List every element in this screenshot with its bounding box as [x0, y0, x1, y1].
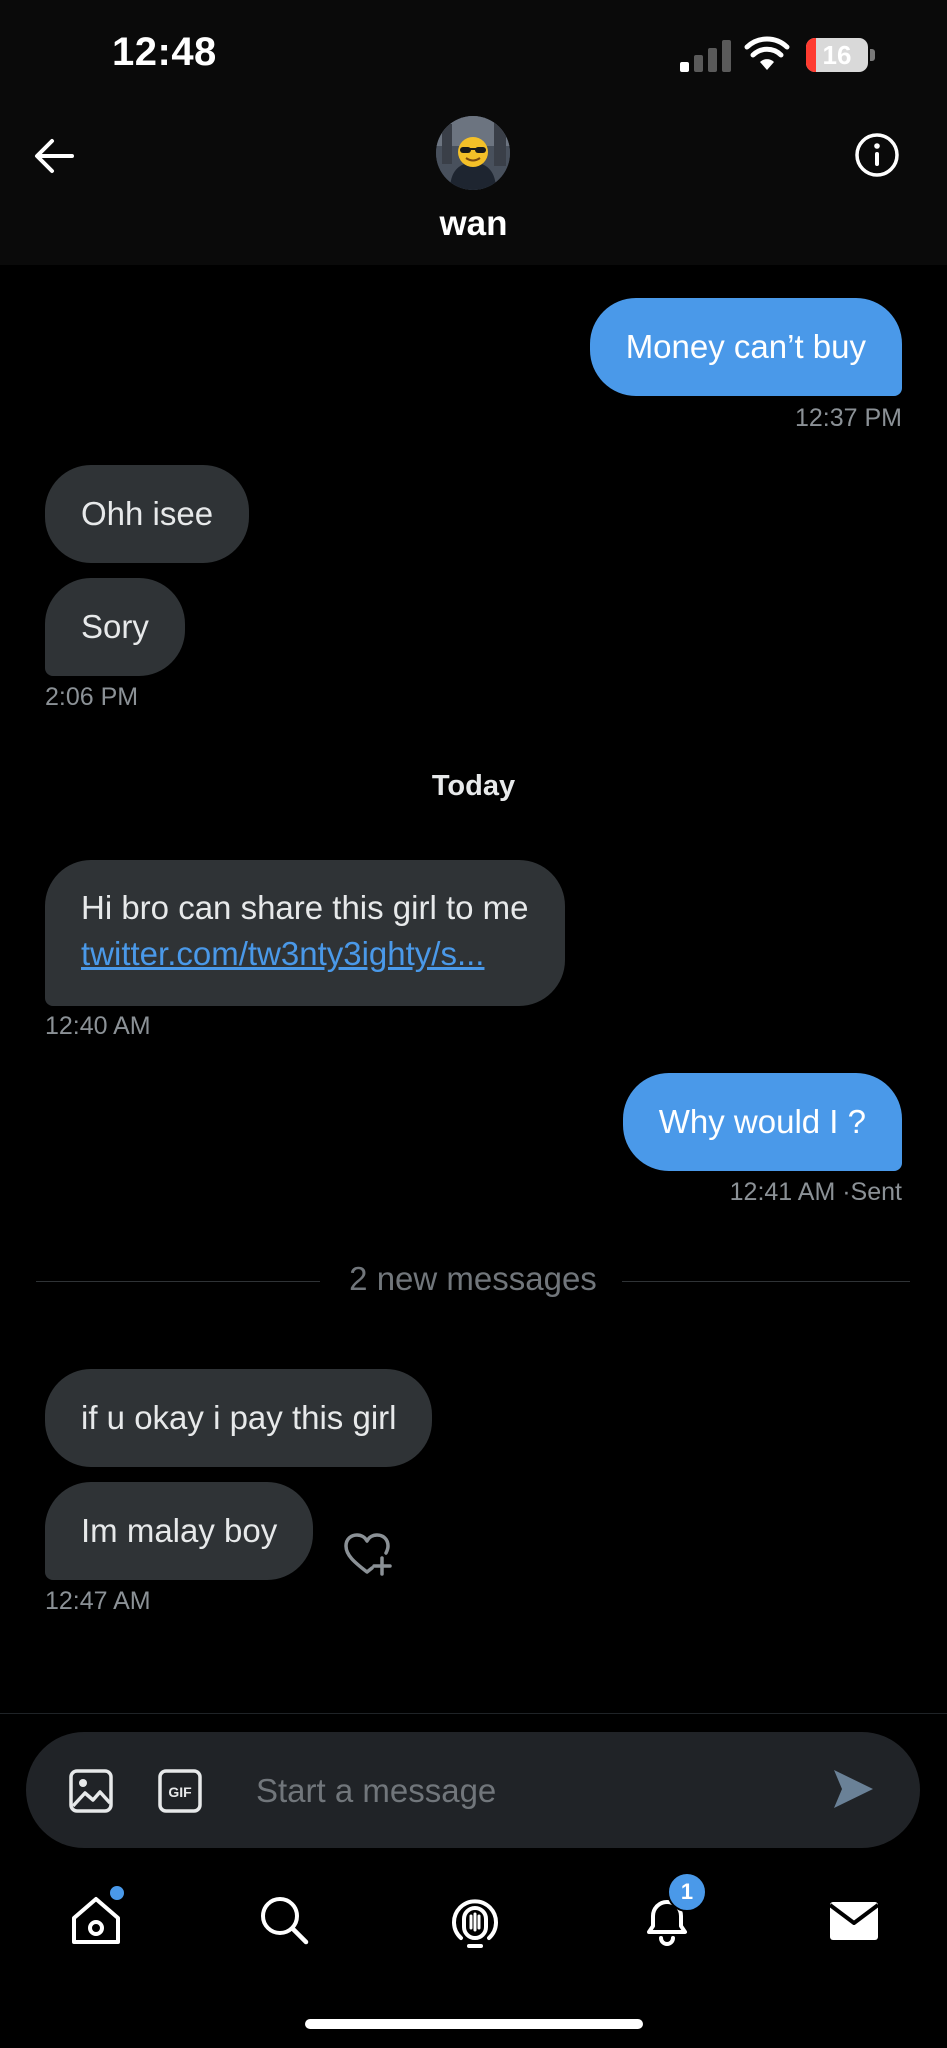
- message-bubble-received[interactable]: Im malay boy: [45, 1482, 314, 1580]
- nav-messages[interactable]: [824, 1890, 884, 1950]
- message-text: if u okay i pay this girl: [81, 1399, 397, 1436]
- battery-indicator: 16: [806, 38, 876, 72]
- message-text: Ohh isee: [81, 495, 214, 532]
- contact-name[interactable]: wan: [0, 204, 947, 244]
- dm-conversation-screen: 12:48 16 wan Money can’t buy 12:37 PM Oh…: [0, 0, 947, 2048]
- battery-body: 16: [806, 38, 868, 72]
- message-composer: GIF: [26, 1732, 920, 1848]
- message-timestamp: 12:40 AM: [45, 1012, 151, 1040]
- nav-home[interactable]: [66, 1884, 126, 1950]
- battery-nub: [870, 49, 875, 61]
- back-arrow-icon[interactable]: [28, 130, 80, 182]
- add-reaction-heart-icon[interactable]: [342, 1530, 392, 1576]
- message-status: ·Sent: [842, 1178, 902, 1206]
- home-indicator[interactable]: [305, 2019, 643, 2029]
- info-icon[interactable]: [852, 130, 902, 180]
- nav-search[interactable]: [254, 1890, 314, 1950]
- new-messages-divider: 2 new messages: [36, 1260, 910, 1302]
- send-icon[interactable]: [830, 1766, 876, 1812]
- message-text: Sory: [81, 608, 149, 645]
- message-bubble-received[interactable]: if u okay i pay this girl: [45, 1369, 433, 1467]
- status-bar: 12:48 16: [0, 0, 947, 110]
- bottom-navigation: 1: [0, 1870, 947, 1970]
- avatar-image: [436, 116, 510, 190]
- gif-icon[interactable]: GIF: [157, 1768, 203, 1814]
- message-input[interactable]: [254, 1760, 818, 1822]
- svg-text:GIF: GIF: [168, 1784, 192, 1800]
- message-timestamp: 12:37 PM: [794, 404, 902, 432]
- contact-avatar[interactable]: [436, 116, 510, 190]
- nav-notifications[interactable]: 1: [637, 1872, 707, 1950]
- message-text: Money can’t buy: [625, 328, 866, 365]
- day-divider: Today: [431, 770, 516, 802]
- message-timestamp: 2:06 PM: [45, 683, 139, 711]
- wifi-icon: [744, 36, 790, 70]
- message-bubble-sent[interactable]: Money can’t buy: [589, 298, 902, 396]
- message-bubble-sent[interactable]: Why would I ?: [622, 1073, 902, 1171]
- notifications-badge: 1: [667, 1872, 707, 1912]
- message-link[interactable]: twitter.com/tw3nty3ighty/s...: [81, 931, 529, 977]
- search-icon: [261, 1897, 309, 1945]
- message-bubble-received[interactable]: Hi bro can share this girl to me twitter…: [45, 860, 565, 1006]
- nav-spaces[interactable]: [445, 1890, 505, 1950]
- spaces-microphone-icon: [452, 1899, 498, 1948]
- composer-separator: [0, 1713, 947, 1714]
- status-time: 12:48: [112, 30, 217, 74]
- envelope-icon: [828, 1902, 880, 1940]
- message-text: Hi bro can share this girl to me: [81, 889, 529, 926]
- battery-percentage: 16: [822, 40, 852, 70]
- image-icon[interactable]: [68, 1768, 114, 1814]
- message-meta: 12:41 AM ·Sent: [730, 1178, 902, 1207]
- new-messages-label: 2 new messages: [349, 1260, 597, 1297]
- cellular-signal-icon: [680, 40, 731, 72]
- message-timestamp: 12:41 AM: [729, 1178, 836, 1206]
- conversation-header: wan: [0, 110, 947, 265]
- message-text: Why would I ?: [658, 1103, 866, 1140]
- message-bubble-received[interactable]: Ohh isee: [45, 465, 250, 563]
- home-badge-dot: [108, 1884, 126, 1902]
- divider-line: [622, 1281, 910, 1282]
- message-text: Im malay boy: [81, 1512, 278, 1549]
- message-bubble-received[interactable]: Sory: [45, 578, 185, 676]
- message-timestamp: 12:47 AM: [45, 1587, 151, 1615]
